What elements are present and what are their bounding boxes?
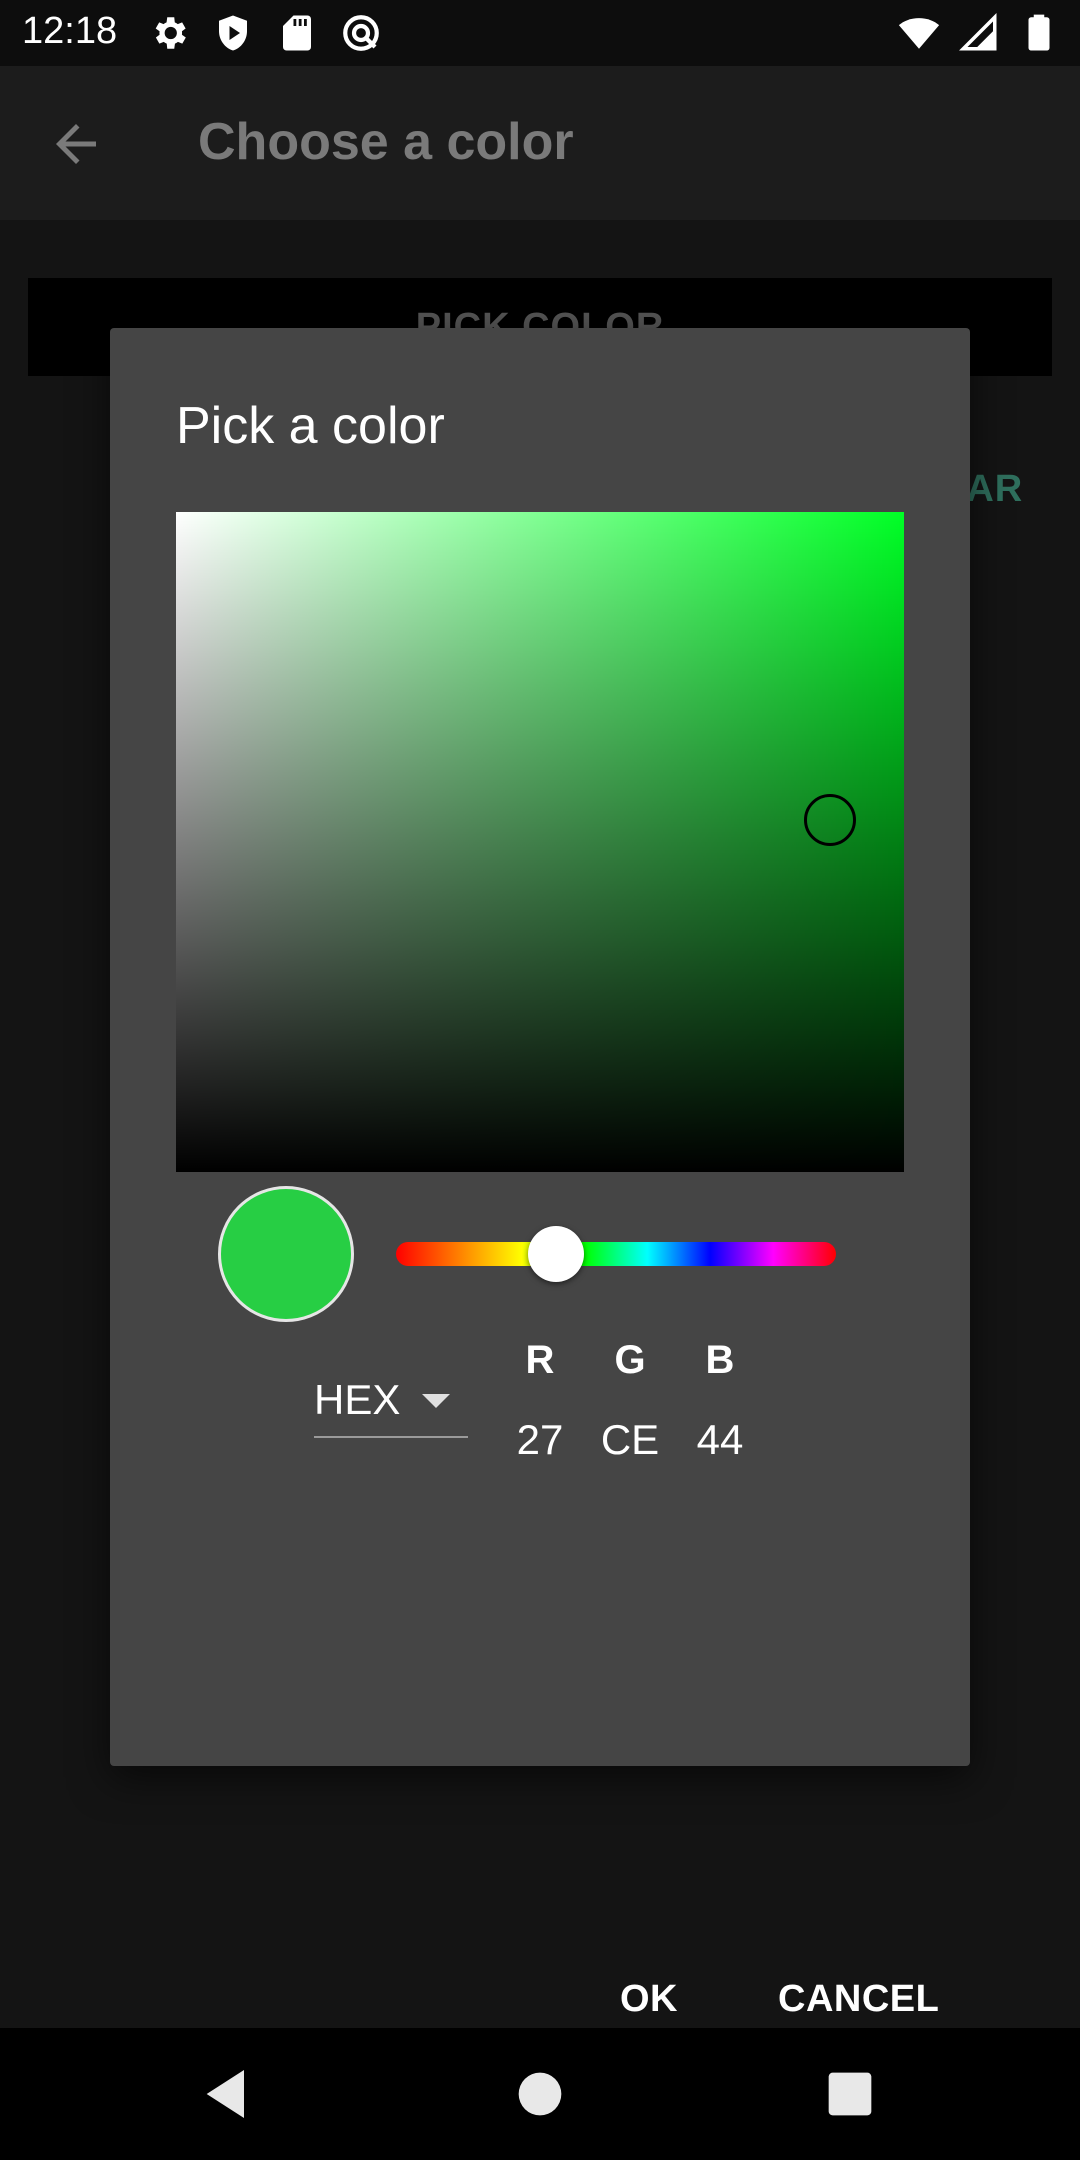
status-system-icons: [898, 12, 1060, 54]
ok-button[interactable]: OK: [620, 1978, 678, 2021]
color-mode-value: HEX: [314, 1376, 401, 1423]
navigation-bar: [0, 2028, 1080, 2160]
dropdown-arrow-icon: [422, 1394, 450, 1408]
saturation-value-picker[interactable]: [176, 512, 904, 1172]
channel-label-b: B: [705, 1338, 735, 1382]
status-notification-icons: [148, 12, 382, 54]
wifi-icon: [898, 18, 940, 49]
app-bar: Choose a color: [0, 66, 1080, 220]
hue-slider-thumb[interactable]: [528, 1226, 584, 1282]
back-triangle-icon[interactable]: [196, 2062, 260, 2126]
channel-value-b[interactable]: 44: [670, 1416, 770, 1464]
saturation-value-cursor[interactable]: [804, 794, 856, 846]
dialog-title: Pick a color: [176, 397, 445, 455]
color-mode-dropdown[interactable]: HEX: [314, 1368, 468, 1438]
home-circle-icon[interactable]: [508, 2062, 572, 2126]
cancel-button[interactable]: CANCEL: [778, 1978, 939, 2021]
do-not-disturb-icon: [343, 15, 379, 51]
channel-value-r[interactable]: 27: [490, 1416, 590, 1464]
recents-square-icon[interactable]: [818, 2062, 882, 2126]
channel-value-g[interactable]: CE: [580, 1416, 680, 1464]
status-bar: 12:18: [0, 0, 1080, 66]
battery-icon: [1028, 14, 1050, 51]
color-preview: [218, 1186, 354, 1322]
hue-slider[interactable]: [396, 1242, 836, 1266]
page-title: Choose a color: [198, 113, 574, 171]
signal-icon: [959, 13, 997, 51]
settings-icon: [155, 17, 186, 49]
sd-card-icon: [283, 15, 311, 51]
arrow-back-icon[interactable]: [46, 114, 106, 174]
status-time: 12:18: [22, 10, 118, 52]
shield-icon: [219, 15, 247, 51]
channel-label-r: R: [525, 1338, 555, 1382]
channel-label-g: G: [614, 1338, 646, 1382]
color-picker-dialog: Pick a color HEX R G B 27 CE 44 OK CANCE…: [110, 328, 970, 2020]
